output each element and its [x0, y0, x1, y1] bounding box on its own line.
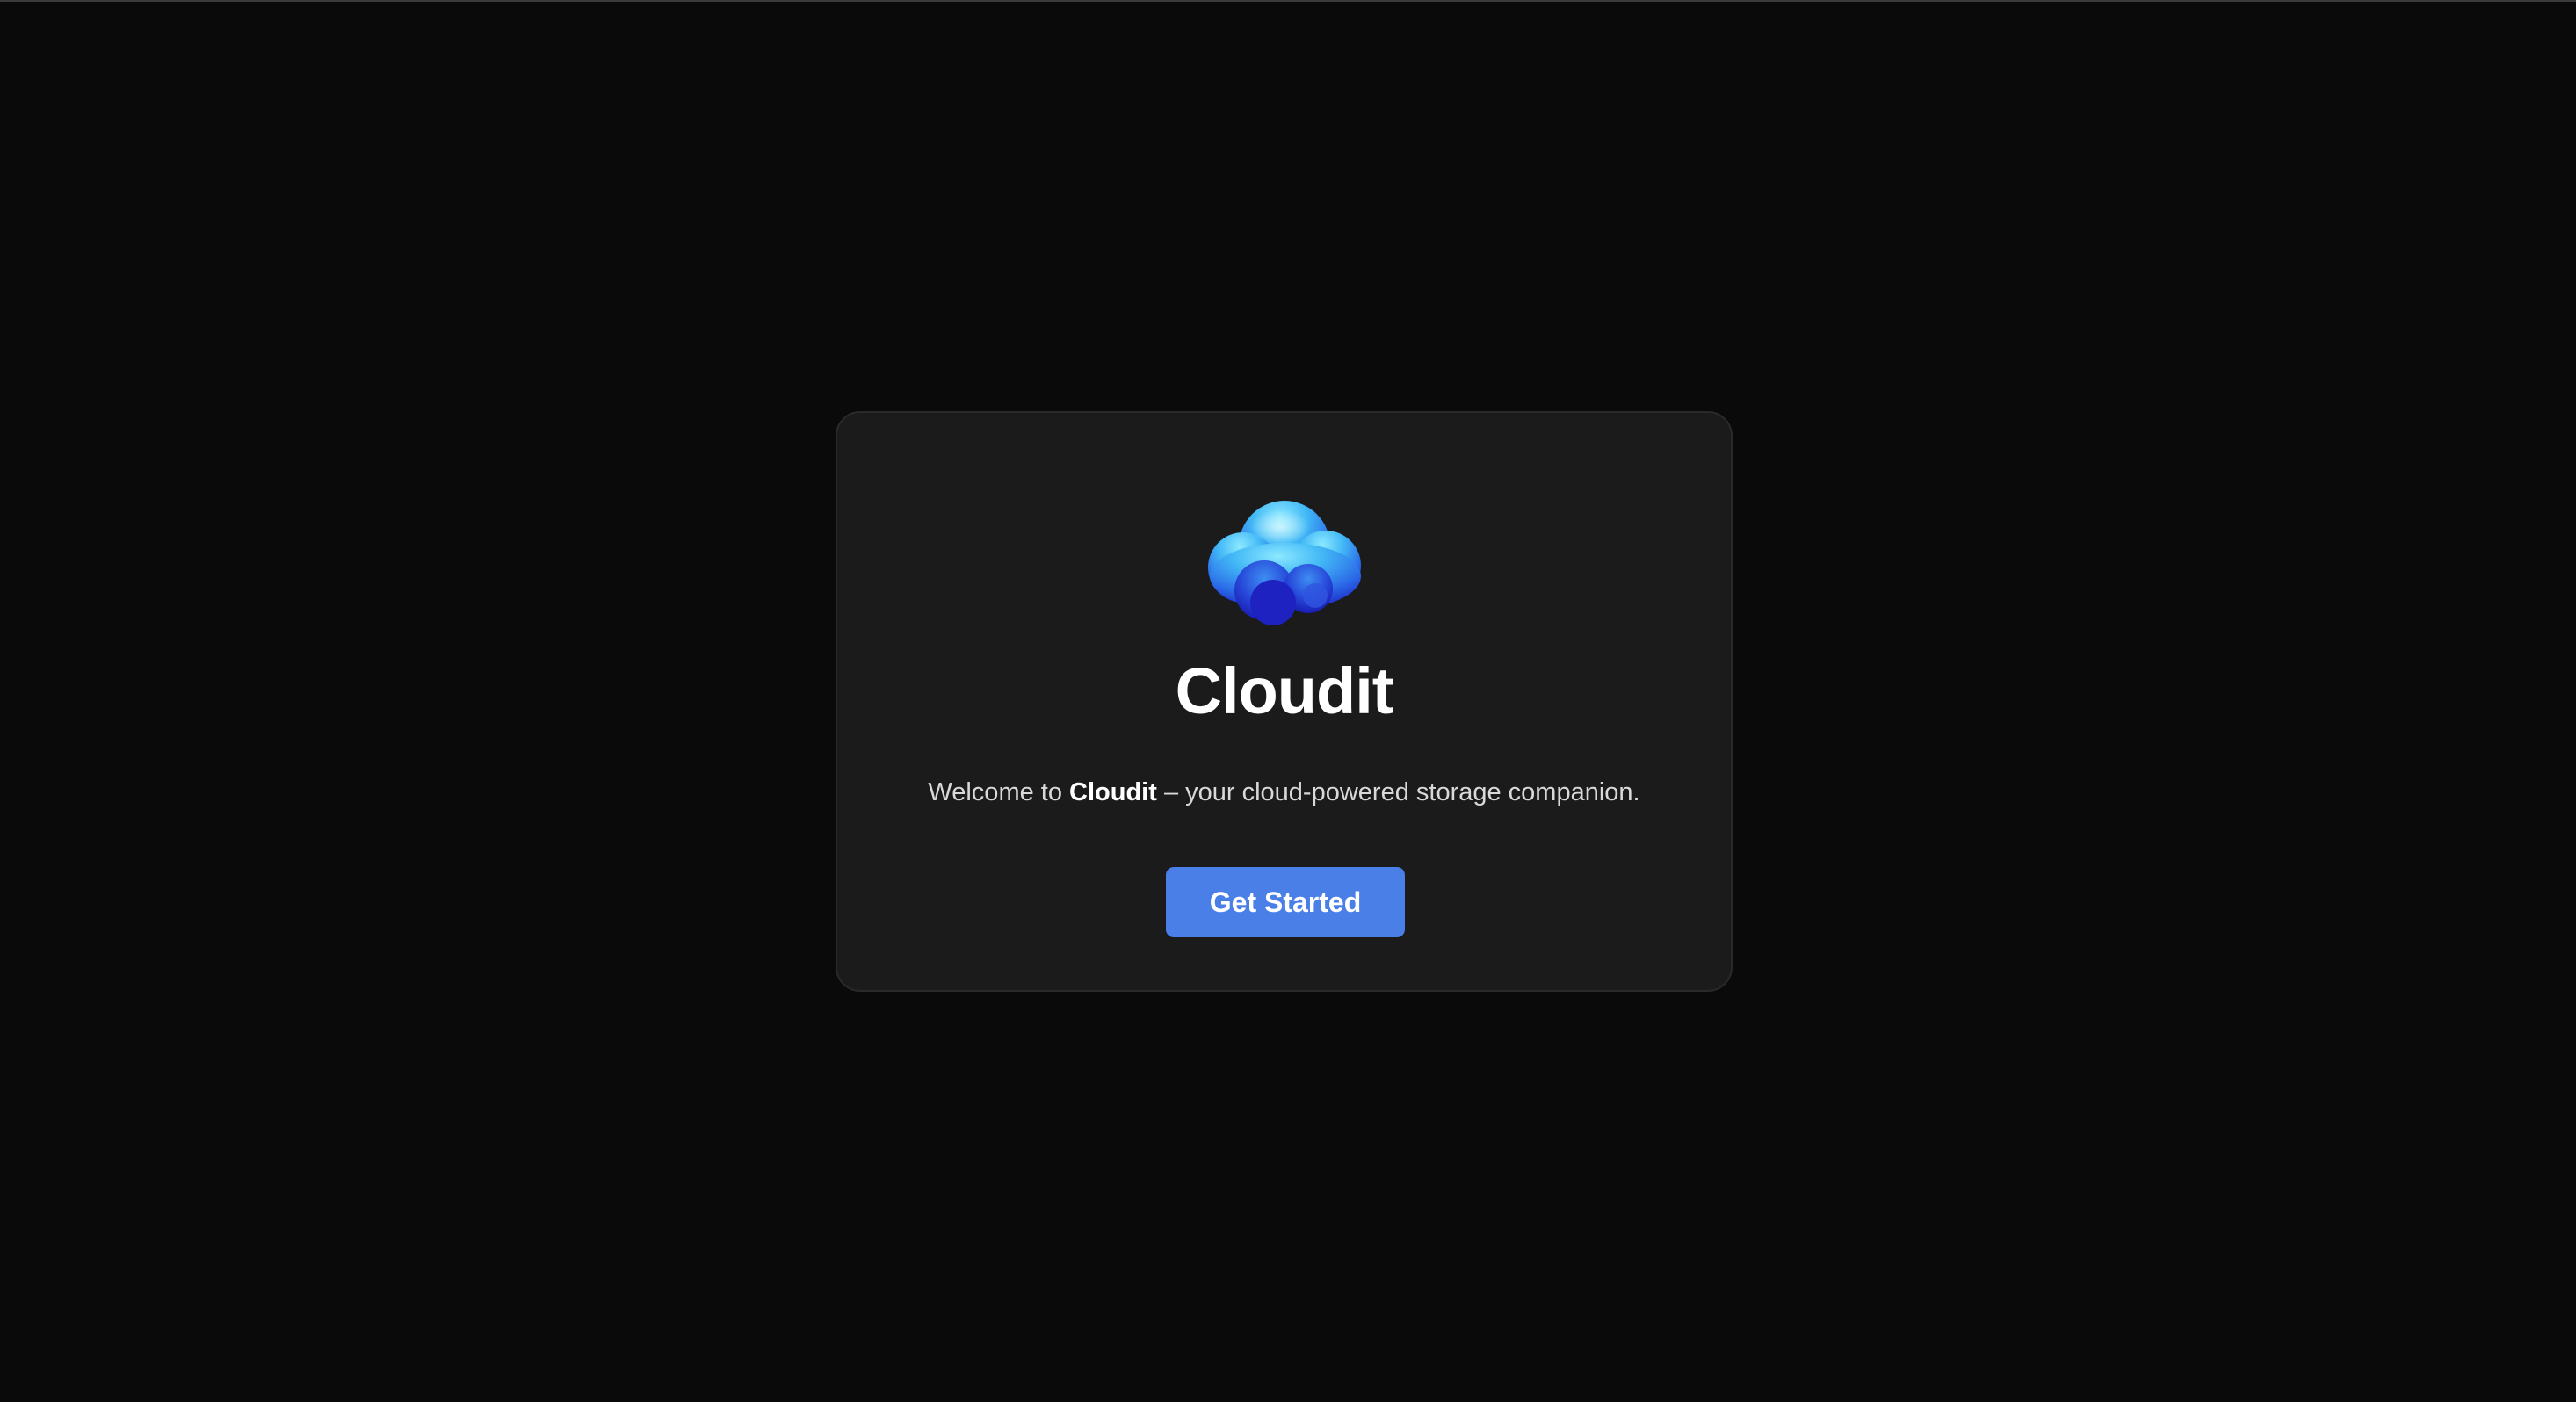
welcome-tagline: Welcome to Cloudit – your cloud-powered … — [837, 777, 1731, 808]
get-started-button[interactable]: Get Started — [1166, 867, 1405, 937]
cloud-icon — [1208, 501, 1361, 625]
app-title: Cloudit — [1175, 654, 1394, 727]
tagline-prefix: Welcome to — [928, 778, 1070, 806]
tagline-brand: Cloudit — [1069, 778, 1157, 806]
window-top-border — [0, 0, 2576, 2]
tagline-suffix: – your cloud-powered storage companion. — [1156, 778, 1640, 806]
welcome-card: Cloudit Welcome to Cloudit – your cloud-… — [836, 411, 1733, 992]
